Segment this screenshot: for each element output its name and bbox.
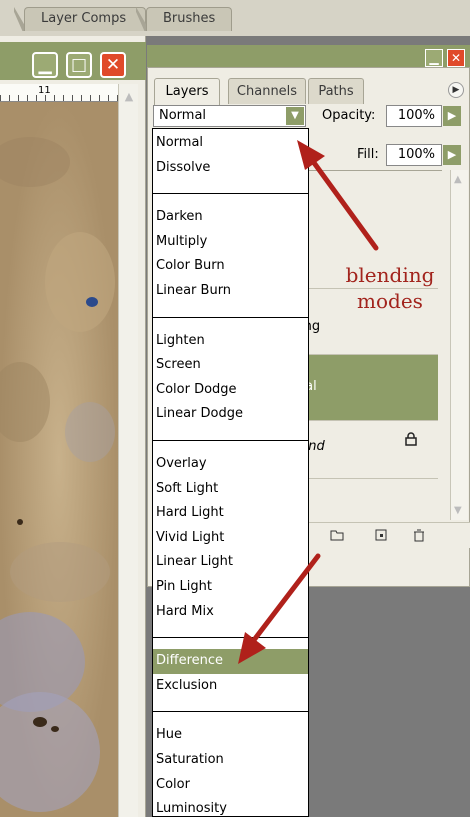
blend-mode-option[interactable]: Color bbox=[153, 773, 308, 798]
fill-value: 100% bbox=[397, 147, 435, 162]
blend-mode-option[interactable]: Normal bbox=[153, 131, 308, 156]
close-icon: ✕ bbox=[450, 51, 462, 65]
tab-layer-comps[interactable]: Layer Comps bbox=[24, 7, 146, 31]
fill-label: Fill: bbox=[357, 147, 379, 162]
dropdown-separator bbox=[153, 440, 308, 441]
annotation-line: modes bbox=[357, 289, 423, 313]
document-canvas[interactable] bbox=[0, 102, 118, 817]
opacity-label: Opacity: bbox=[322, 108, 376, 123]
opacity-field[interactable]: 100% bbox=[386, 105, 442, 127]
minimize-icon: ▁ bbox=[38, 55, 52, 75]
new-layer-icon[interactable] bbox=[374, 528, 388, 542]
panel-minimize-button[interactable]: ▁ bbox=[425, 49, 443, 67]
trash-icon[interactable] bbox=[412, 528, 426, 542]
layer-row[interactable]: und bbox=[300, 421, 438, 479]
close-icon: ✕ bbox=[105, 55, 121, 75]
blend-mode-option[interactable]: Lighten bbox=[153, 329, 308, 354]
blend-mode-option[interactable]: Soft Light bbox=[153, 477, 308, 502]
opacity-slider-button[interactable]: ▶ bbox=[443, 106, 461, 126]
blend-mode-option[interactable]: Hue bbox=[153, 723, 308, 748]
blend-mode-option[interactable]: Hard Mix bbox=[153, 600, 308, 625]
blend-mode-option[interactable]: Difference bbox=[153, 649, 308, 675]
maximize-icon: □ bbox=[70, 55, 88, 75]
panel-menu-button[interactable]: ▶ bbox=[448, 82, 464, 98]
document-title-bar: ▁ □ ✕ bbox=[0, 42, 146, 80]
tab-paths[interactable]: Paths bbox=[308, 78, 364, 104]
blend-mode-select[interactable]: Normal ▼ bbox=[153, 105, 306, 127]
ruler-ticks bbox=[0, 95, 118, 101]
blend-mode-value: Normal bbox=[159, 108, 207, 123]
layer-row-selected[interactable]: tal bbox=[300, 355, 438, 421]
parchment-texture bbox=[0, 102, 118, 817]
blend-mode-option[interactable]: Linear Dodge bbox=[153, 402, 308, 427]
blending-modes-annotation: blending modes bbox=[330, 262, 450, 314]
blend-mode-option[interactable]: Linear Burn bbox=[153, 279, 308, 304]
arrow-right-icon: ▶ bbox=[447, 148, 457, 161]
scroll-down-icon[interactable]: ▼ bbox=[454, 505, 462, 516]
blend-mode-option[interactable]: Exclusion bbox=[153, 674, 308, 699]
document-window: ▁ □ ✕ 11 ▲ bbox=[0, 36, 146, 817]
dropdown-separator bbox=[153, 711, 308, 713]
fill-field[interactable]: 100% bbox=[386, 144, 442, 166]
blend-mode-option[interactable]: Pin Light bbox=[153, 575, 308, 600]
chevron-down-icon[interactable]: ▼ bbox=[286, 107, 304, 125]
new-group-icon[interactable] bbox=[330, 528, 344, 542]
arrow-right-icon: ▶ bbox=[447, 109, 457, 122]
blend-mode-dropdown[interactable]: Normal Dissolve Darken Multiply Color Burn Li… bbox=[152, 128, 309, 817]
layers-bottom-bar bbox=[300, 522, 470, 548]
layers-list: ing tal und bbox=[300, 170, 442, 550]
tab-channels[interactable]: Channels bbox=[228, 78, 306, 104]
blend-mode-option[interactable]: Darken bbox=[153, 205, 308, 230]
blend-mode-option[interactable]: Multiply bbox=[153, 230, 308, 255]
fill-slider-button[interactable]: ▶ bbox=[443, 145, 461, 165]
blend-mode-option[interactable]: Color Burn bbox=[153, 254, 308, 279]
blend-mode-option[interactable]: Hard Light bbox=[153, 501, 308, 526]
lock-icon bbox=[405, 432, 417, 446]
blend-mode-option[interactable]: Linear Light bbox=[153, 550, 308, 575]
minimize-icon: ▁ bbox=[429, 51, 439, 65]
maximize-button[interactable]: □ bbox=[66, 52, 92, 78]
dropdown-separator bbox=[153, 193, 308, 195]
minimize-button[interactable]: ▁ bbox=[32, 52, 58, 78]
blend-mode-option[interactable]: Luminosity bbox=[153, 797, 308, 817]
blend-mode-option[interactable]: Saturation bbox=[153, 748, 308, 773]
annotation-line: blending bbox=[345, 263, 435, 287]
blend-mode-option[interactable]: Dissolve bbox=[153, 156, 308, 181]
layers-scrollbar[interactable]: ▲ ▼ bbox=[450, 170, 468, 520]
dropdown-separator bbox=[153, 637, 308, 639]
panel-tabs: Layers Channels Paths bbox=[148, 78, 470, 105]
tab-brushes[interactable]: Brushes bbox=[146, 7, 232, 31]
tab-layers[interactable]: Layers bbox=[154, 78, 220, 105]
blend-mode-option[interactable]: Color Dodge bbox=[153, 378, 308, 403]
scroll-up-icon[interactable]: ▲ bbox=[122, 90, 136, 104]
opacity-value: 100% bbox=[397, 108, 435, 123]
panel-close-button[interactable]: ✕ bbox=[447, 49, 465, 67]
dropdown-separator bbox=[153, 316, 308, 318]
close-button[interactable]: ✕ bbox=[100, 52, 126, 78]
horizontal-ruler: 11 bbox=[0, 84, 118, 102]
blend-mode-option[interactable]: Overlay bbox=[153, 452, 308, 477]
document-scrollbar[interactable]: ▲ bbox=[118, 84, 138, 817]
blend-mode-option[interactable]: Screen bbox=[153, 353, 308, 378]
scroll-up-icon[interactable]: ▲ bbox=[454, 174, 462, 185]
flyout-arrow-icon: ▶ bbox=[452, 85, 460, 95]
palette-tab-strip: Layer Comps Brushes bbox=[0, 0, 470, 36]
blend-mode-option[interactable]: Vivid Light bbox=[153, 526, 308, 551]
